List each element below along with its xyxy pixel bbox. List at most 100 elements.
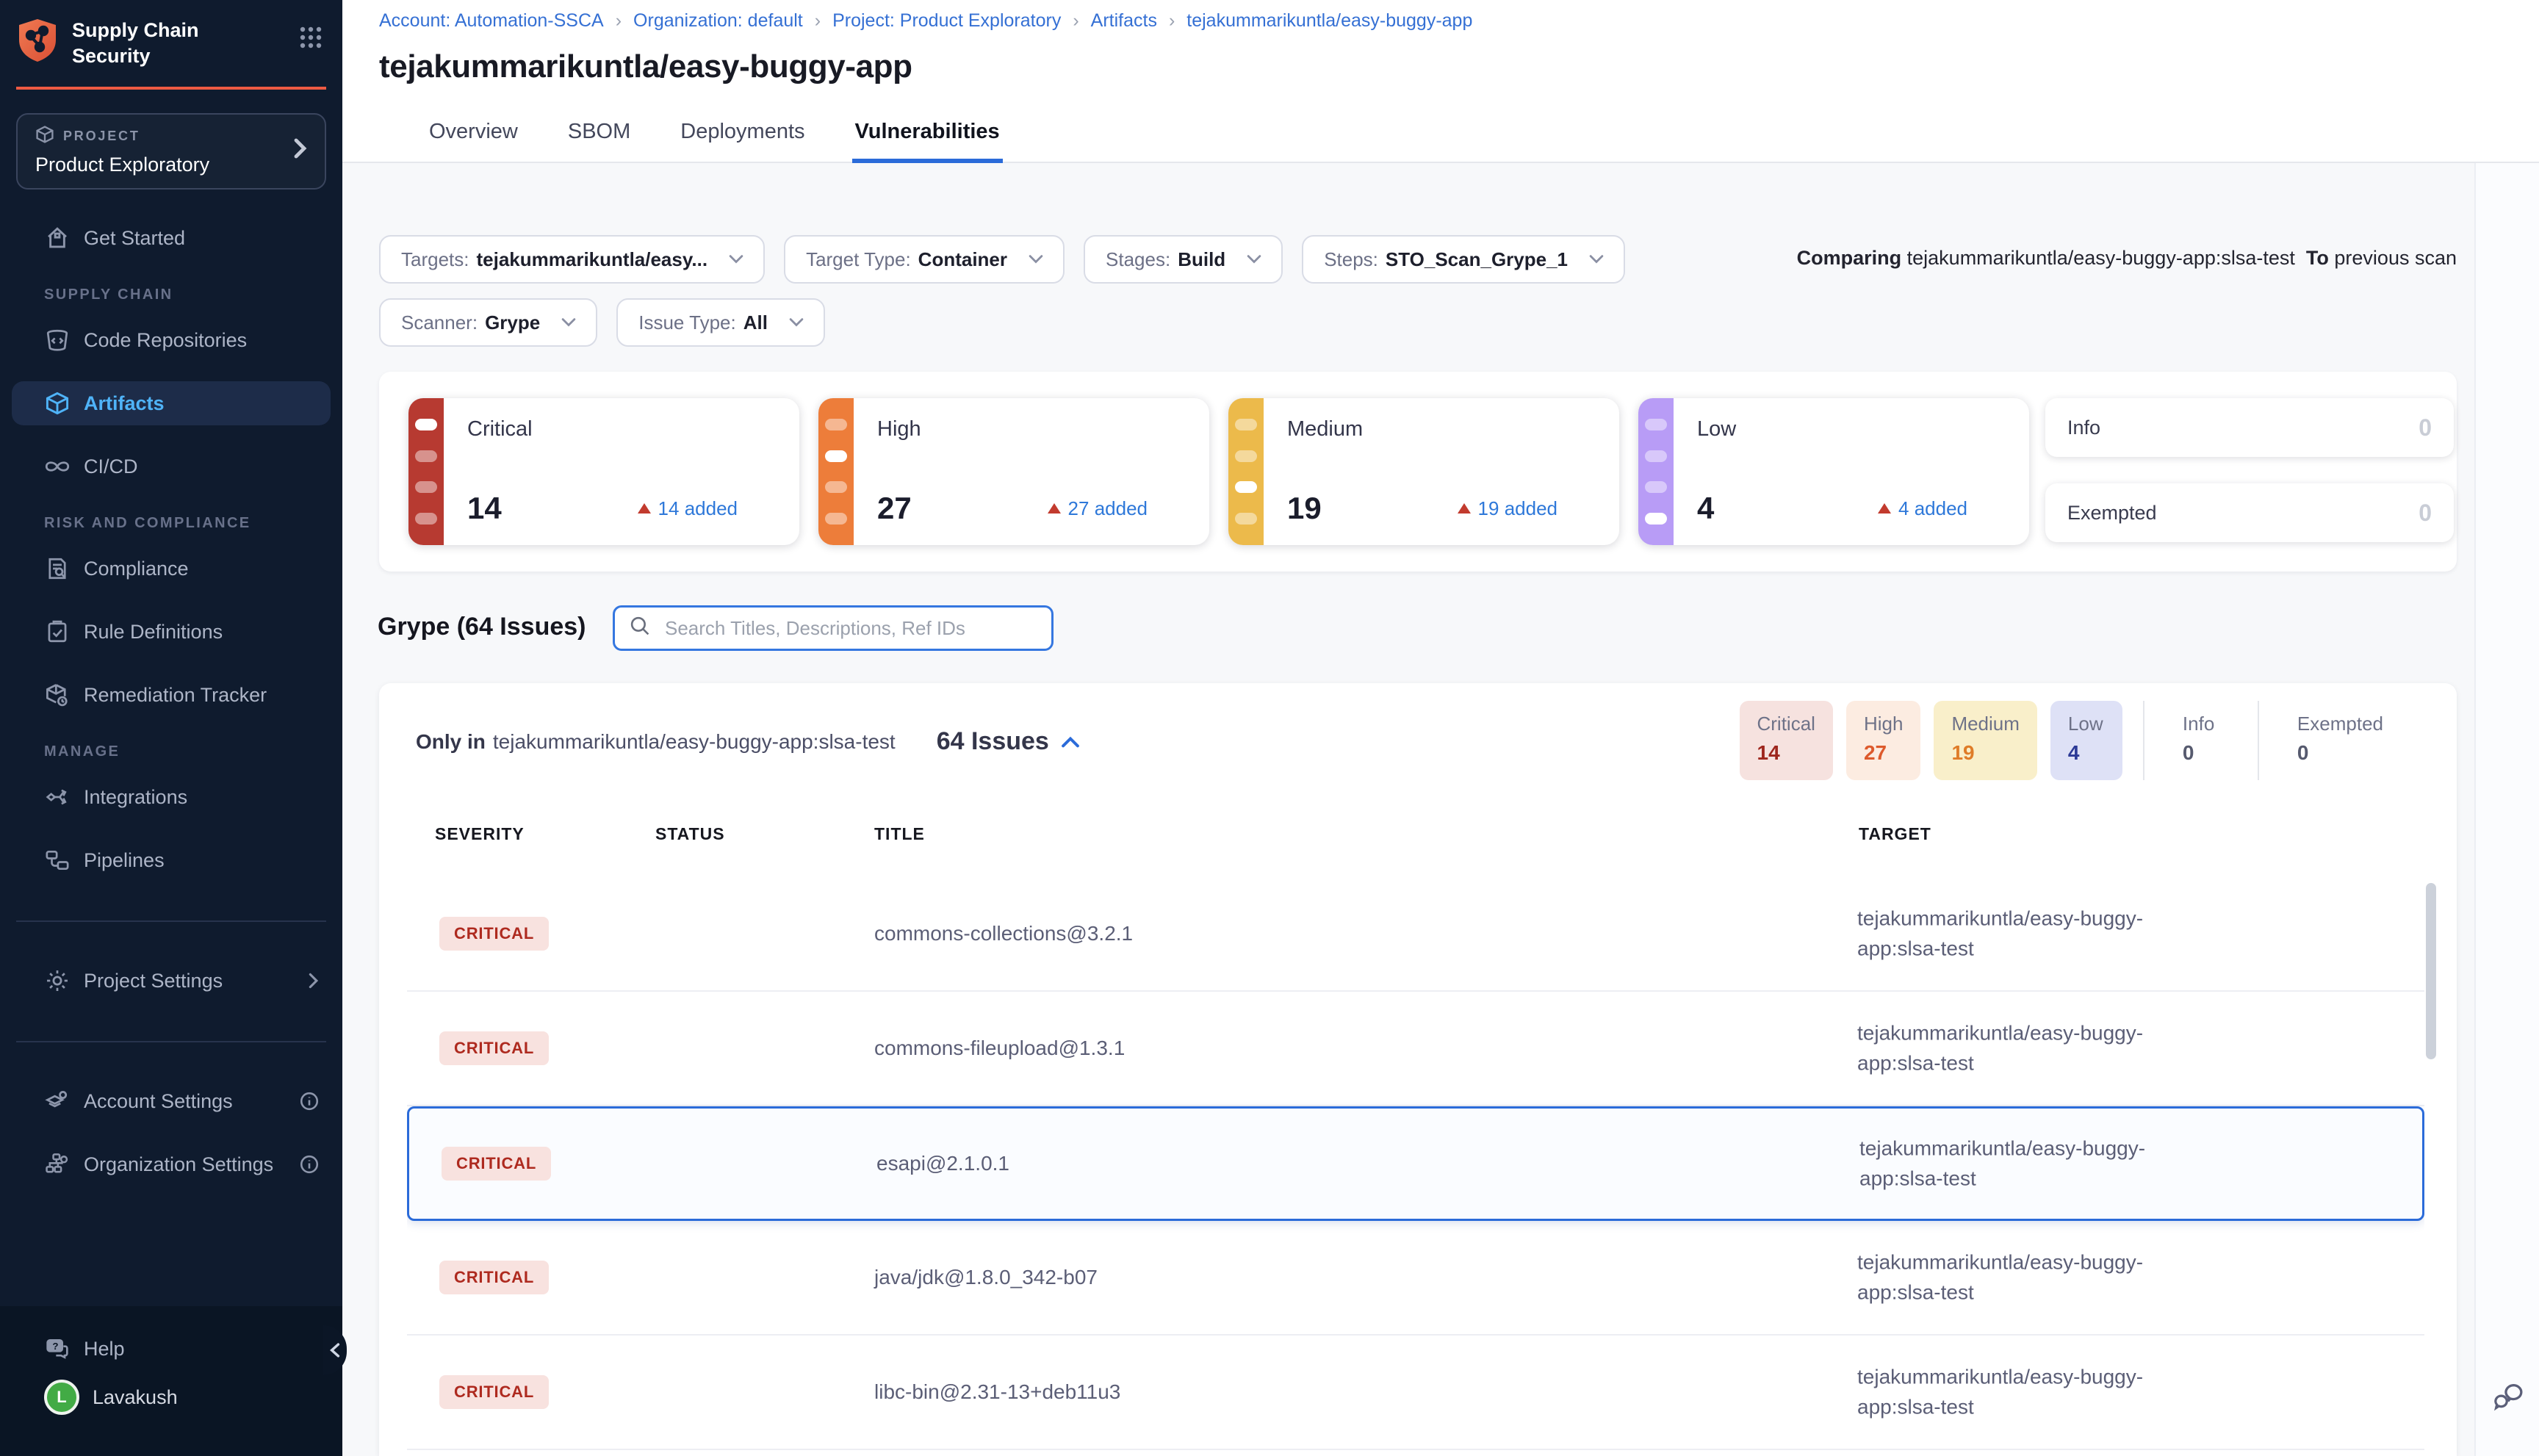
severity-badge: CRITICAL bbox=[439, 1261, 549, 1294]
grid-menu-icon[interactable] bbox=[300, 26, 322, 54]
sidebar-item-organization-settings[interactable]: Organization Settings bbox=[0, 1142, 342, 1186]
added-count-link[interactable]: 14 added bbox=[638, 497, 738, 520]
compliance-icon bbox=[44, 556, 71, 581]
chip-info[interactable]: Info 0 bbox=[2165, 701, 2237, 780]
table-row[interactable]: CRITICAL java/jdk@1.8.0_342-b07 tejakumm… bbox=[407, 1221, 2424, 1336]
severity-badge: CRITICAL bbox=[439, 917, 549, 951]
triangle-up-icon bbox=[1878, 503, 1891, 513]
chevron-up-icon[interactable] bbox=[1061, 735, 1080, 749]
chevron-right-icon bbox=[294, 137, 307, 165]
breadcrumb-separator: › bbox=[815, 10, 821, 32]
search-input[interactable] bbox=[662, 616, 1037, 641]
tab-overview[interactable]: Overview bbox=[426, 120, 521, 163]
sidebar-item-help[interactable]: ? Help bbox=[0, 1327, 342, 1371]
chip-low[interactable]: Low 4 bbox=[2050, 701, 2122, 780]
filter-stages[interactable]: Stages: Build bbox=[1084, 235, 1283, 284]
sidebar-item-integrations[interactable]: Integrations bbox=[0, 775, 342, 819]
sidebar-item-label: Integrations bbox=[84, 786, 187, 809]
breadcrumb-account[interactable]: Account: Automation-SSCA bbox=[379, 10, 604, 32]
severity-card-critical[interactable]: Critical 14 14 added bbox=[408, 398, 799, 545]
severity-card-high[interactable]: High 27 27 added bbox=[818, 398, 1209, 545]
table-scrollbar[interactable] bbox=[2426, 883, 2436, 1059]
sidebar-item-artifacts[interactable]: Artifacts bbox=[12, 381, 331, 425]
sidebar-item-code-repositories[interactable]: Code Repositories bbox=[0, 318, 342, 362]
filter-steps[interactable]: Steps: STO_Scan_Grype_1 bbox=[1302, 235, 1625, 284]
filter-scanner[interactable]: Scanner: Grype bbox=[379, 298, 597, 347]
integrations-icon bbox=[44, 786, 71, 808]
added-count-link[interactable]: 27 added bbox=[1048, 497, 1148, 520]
column-status: STATUS bbox=[655, 824, 725, 844]
rule-definitions-icon bbox=[44, 619, 71, 644]
filter-targets[interactable]: Targets: tejakummarikuntla/easy... bbox=[379, 235, 765, 284]
sidebar-item-cicd[interactable]: CI/CD bbox=[0, 444, 342, 489]
table-row[interactable]: CRITICAL libc-bin@2.31-13+deb11u3 tejaku… bbox=[407, 1336, 2424, 1450]
tab-sbom[interactable]: SBOM bbox=[565, 120, 633, 163]
sidebar-item-rule-definitions[interactable]: Rule Definitions bbox=[0, 610, 342, 654]
issue-title: commons-fileupload@1.3.1 bbox=[874, 1037, 1125, 1060]
sidebar-item-label: CI/CD bbox=[84, 455, 138, 478]
table-row[interactable]: CRITICAL commons-fileupload@1.3.1 tejaku… bbox=[407, 992, 2424, 1106]
issue-title: commons-collections@3.2.1 bbox=[874, 922, 1133, 945]
project-selector[interactable]: PROJECT Product Exploratory bbox=[16, 113, 326, 190]
app-title: Supply Chain Security bbox=[72, 18, 204, 69]
remediation-tracker-icon bbox=[44, 682, 71, 707]
sidebar-item-pipelines[interactable]: Pipelines bbox=[0, 838, 342, 882]
sidebar-item-get-started[interactable]: Get Started bbox=[0, 216, 342, 260]
chevron-down-icon bbox=[1028, 254, 1044, 264]
breadcrumb-project[interactable]: Project: Product Exploratory bbox=[832, 10, 1061, 32]
table-row[interactable]: CRITICAL commons-collections@3.2.1 tejak… bbox=[407, 877, 2424, 992]
added-count-link[interactable]: 19 added bbox=[1458, 497, 1557, 520]
chip-critical[interactable]: Critical 14 bbox=[1740, 701, 1833, 780]
severity-strip bbox=[408, 398, 444, 545]
artifact-tag: tejakummarikuntla/easy-buggy-app:slsa-te… bbox=[493, 730, 896, 754]
breadcrumb-organization[interactable]: Organization: default bbox=[633, 10, 803, 32]
table-row-selected[interactable]: CRITICAL esapi@2.1.0.1 tejakummarikuntla… bbox=[407, 1106, 2424, 1221]
filter-issue-type[interactable]: Issue Type: All bbox=[616, 298, 825, 347]
accent-divider bbox=[16, 87, 326, 90]
user-menu[interactable]: L Lavakush bbox=[0, 1380, 342, 1415]
chevron-down-icon bbox=[561, 317, 577, 328]
sidebar-item-project-settings[interactable]: Project Settings bbox=[0, 959, 342, 1003]
severity-card-medium[interactable]: Medium 19 19 added bbox=[1228, 398, 1619, 545]
project-name: Product Exploratory bbox=[35, 154, 294, 176]
chip-medium[interactable]: Medium 19 bbox=[1934, 701, 2036, 780]
code-repo-icon bbox=[44, 328, 71, 353]
breadcrumb-separator: › bbox=[616, 10, 622, 32]
severity-card-low[interactable]: Low 4 4 added bbox=[1638, 398, 2029, 545]
sidebar-item-label: Get Started bbox=[84, 227, 185, 250]
gear-icon bbox=[44, 968, 71, 993]
chevron-down-icon bbox=[728, 254, 744, 264]
severity-count: 19 bbox=[1287, 491, 1322, 526]
triangle-up-icon bbox=[638, 503, 651, 513]
info-circle-icon[interactable] bbox=[300, 1092, 319, 1111]
sidebar-item-remediation-tracker[interactable]: Remediation Tracker bbox=[0, 673, 342, 717]
chip-high[interactable]: High 27 bbox=[1846, 701, 1920, 780]
table-header: SEVERITY STATUS TITLE TARGET bbox=[407, 824, 2424, 848]
sidebar-item-label: Remediation Tracker bbox=[84, 684, 267, 707]
sidebar-item-compliance[interactable]: Compliance bbox=[0, 547, 342, 591]
info-circle-icon[interactable] bbox=[300, 1155, 319, 1174]
divider bbox=[16, 920, 326, 922]
issues-panel: Only in tejakummarikuntla/easy-buggy-app… bbox=[379, 683, 2457, 1456]
added-count-link[interactable]: 4 added bbox=[1878, 497, 1967, 520]
sidebar-item-label: Help bbox=[84, 1338, 125, 1361]
issue-target: tejakummarikuntla/easy-buggy-app:slsa-te… bbox=[1857, 1247, 2189, 1307]
sidebar-item-label: Rule Definitions bbox=[84, 621, 223, 644]
sidebar-item-account-settings[interactable]: Account Settings bbox=[0, 1079, 342, 1123]
severity-label: Low bbox=[1697, 417, 2006, 442]
severity-card-info[interactable]: Info 0 bbox=[2045, 398, 2454, 457]
severity-card-exempted[interactable]: Exempted 0 bbox=[2045, 483, 2454, 542]
chip-exempted[interactable]: Exempted 0 bbox=[2280, 701, 2401, 780]
breadcrumb-current[interactable]: tejakummarikuntla/easy-buggy-app bbox=[1186, 10, 1472, 32]
org-settings-icon bbox=[44, 1152, 71, 1177]
chat-support-icon[interactable] bbox=[2492, 1383, 2524, 1418]
search-icon bbox=[630, 615, 650, 642]
issues-heading: Grype (64 Issues) bbox=[378, 613, 586, 641]
page-scroll-gutter[interactable] bbox=[2474, 162, 2539, 1456]
tab-vulnerabilities[interactable]: Vulnerabilities bbox=[852, 120, 1003, 163]
search-box[interactable] bbox=[613, 605, 1054, 651]
filter-target-type[interactable]: Target Type: Container bbox=[784, 235, 1065, 284]
severity-count: 27 bbox=[877, 491, 912, 526]
breadcrumb-artifacts[interactable]: Artifacts bbox=[1091, 10, 1157, 32]
tab-deployments[interactable]: Deployments bbox=[677, 120, 807, 163]
